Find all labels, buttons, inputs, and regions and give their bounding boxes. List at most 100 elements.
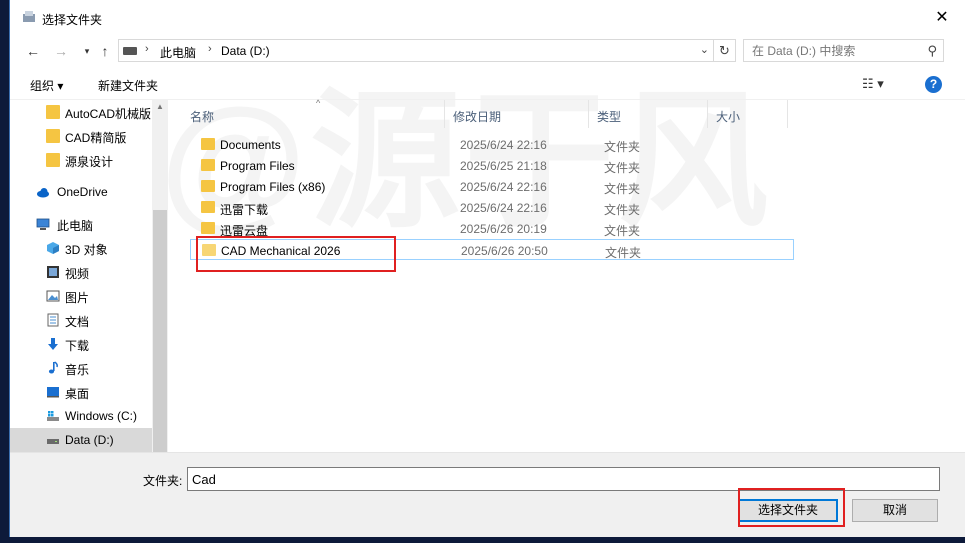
breadcrumb-separator-icon: ›	[145, 43, 149, 55]
cube-icon	[47, 242, 59, 254]
nav-item-label: OneDrive	[57, 185, 108, 199]
column-header-name[interactable]: 名称	[182, 100, 445, 128]
nav-item-pictures[interactable]: 图片	[10, 284, 152, 308]
nav-item-this-pc[interactable]: 此电脑	[10, 212, 152, 236]
nav-item-cad-lite[interactable]: CAD精简版	[10, 124, 152, 148]
nav-item-label: 音乐	[65, 363, 90, 377]
nav-item-windows-c[interactable]: Windows (C:)	[10, 404, 152, 428]
forward-arrow-icon[interactable]: →	[50, 40, 72, 62]
column-header-label: 修改日期	[453, 110, 502, 124]
column-header-modified[interactable]: 修改日期	[445, 100, 589, 128]
nav-scrollbar[interactable]: ▲	[152, 100, 168, 452]
picture-icon	[46, 290, 60, 302]
dialog-footer: 文件夹: 选择文件夹 取消	[10, 452, 965, 537]
table-row[interactable]: Documents 2025/6/24 22:16 文件夹	[190, 134, 794, 155]
file-name: CAD Mechanical 2026	[221, 244, 341, 258]
search-input[interactable]	[752, 41, 922, 61]
file-name: 迅雷云盘	[220, 224, 269, 238]
nav-item-label: AutoCAD机械版	[65, 107, 152, 121]
table-row[interactable]: 迅雷下载 2025/6/24 22:16 文件夹	[190, 197, 794, 218]
nav-item-label: 文档	[65, 315, 90, 329]
nav-item-label: 视频	[65, 267, 90, 281]
nav-item-autocad-mechanical[interactable]: AutoCAD机械版	[10, 100, 152, 124]
drive-icon	[123, 47, 137, 55]
folder-name-input[interactable]	[187, 467, 940, 491]
music-icon	[48, 361, 58, 374]
table-row[interactable]: 迅雷云盘 2025/6/26 20:19 文件夹	[190, 218, 794, 239]
nav-item-videos[interactable]: 视频	[10, 260, 152, 284]
new-folder-button[interactable]: 新建文件夹	[98, 77, 158, 94]
file-type: 文件夹	[605, 246, 642, 260]
nav-item-music[interactable]: 音乐	[10, 356, 152, 380]
title-bar: 选择文件夹 ✕	[10, 0, 965, 36]
nav-item-3d-objects[interactable]: 3D 对象	[10, 236, 152, 260]
nav-item-label: 图片	[65, 291, 90, 305]
nav-scrollbar-thumb[interactable]	[153, 210, 167, 452]
command-bar: 组织 ▾ 新建文件夹 ☷ ▾ ?	[10, 68, 965, 100]
nav-item-desktop[interactable]: 桌面	[10, 380, 152, 404]
file-modified: 2025/6/25 21:18	[460, 159, 547, 173]
nav-item-onedrive[interactable]: OneDrive	[10, 180, 152, 204]
nav-item-label: 源泉设计	[65, 155, 114, 169]
download-icon	[48, 338, 58, 350]
file-name: Program Files (x86)	[220, 180, 326, 194]
address-bar[interactable]: › 此电脑 › Data (D:) ⌄ ↻	[118, 39, 736, 62]
breadcrumb-data-d[interactable]: Data (D:)	[221, 44, 270, 58]
nav-item-label: 桌面	[65, 387, 90, 401]
column-header-label: 大小	[716, 110, 741, 124]
breadcrumb-separator-icon: ›	[208, 43, 212, 55]
select-folder-button[interactable]: 选择文件夹	[738, 499, 838, 522]
table-row-selected[interactable]: CAD Mechanical 2026 2025/6/26 20:50 文件夹	[190, 239, 794, 260]
up-arrow-icon[interactable]: ↑	[94, 40, 116, 62]
nav-item-downloads[interactable]: 下载	[10, 332, 152, 356]
column-header-label: 名称	[190, 110, 215, 124]
help-icon[interactable]: ?	[925, 76, 942, 93]
nav-item-documents[interactable]: 文档	[10, 308, 152, 332]
file-list: ^ 名称 修改日期 类型 大小 Documents 2025/6/24 22:1…	[170, 98, 965, 452]
dialog-app-icon	[23, 11, 35, 22]
document-icon	[47, 313, 59, 327]
scroll-up-arrow-icon[interactable]: ▲	[156, 102, 164, 111]
table-row[interactable]: Program Files 2025/6/25 21:18 文件夹	[190, 155, 794, 176]
cancel-button[interactable]: 取消	[852, 499, 938, 522]
file-modified: 2025/6/24 22:16	[460, 138, 547, 152]
table-row[interactable]: Program Files (x86) 2025/6/24 22:16 文件夹	[190, 176, 794, 197]
column-header-label: 类型	[597, 110, 622, 124]
search-box[interactable]: ⚲	[743, 39, 944, 62]
file-modified: 2025/6/24 22:16	[460, 180, 547, 194]
close-icon[interactable]: ✕	[919, 0, 965, 36]
cloud-icon	[37, 188, 49, 198]
desktop-icon	[47, 387, 59, 398]
file-type: 文件夹	[604, 224, 641, 238]
folder-icon	[201, 180, 215, 192]
folder-icon	[46, 153, 60, 167]
drive-icon	[47, 439, 59, 444]
nav-item-label: 此电脑	[57, 219, 94, 233]
folder-icon	[46, 129, 60, 143]
folder-icon	[46, 105, 60, 119]
refresh-icon[interactable]: ↻	[713, 40, 735, 61]
folder-icon	[201, 159, 215, 171]
search-icon[interactable]: ⚲	[927, 43, 937, 59]
file-type: 文件夹	[604, 140, 641, 154]
column-header-type[interactable]: 类型	[589, 100, 708, 128]
nav-item-label: 下载	[65, 339, 90, 353]
folder-label: 文件夹:	[143, 474, 183, 488]
nav-item-yuanquan-design[interactable]: 源泉设计	[10, 148, 152, 172]
address-dropdown-chevron-icon[interactable]: ⌄	[700, 43, 709, 56]
folder-icon	[201, 222, 215, 234]
back-arrow-icon[interactable]: ←	[22, 40, 44, 62]
file-name: 迅雷下载	[220, 203, 269, 217]
nav-item-label: Windows (C:)	[65, 409, 138, 423]
folder-icon	[201, 138, 215, 150]
column-header-size[interactable]: 大小	[708, 100, 788, 128]
nav-item-label: CAD精简版	[65, 131, 127, 145]
select-folder-dialog: @源于风 选择文件夹 ✕ ← → ▾ ↑ › 此电脑 › Data (D:) ⌄…	[9, 0, 965, 537]
file-name: Program Files	[220, 159, 295, 173]
file-type: 文件夹	[604, 203, 641, 217]
nav-item-data-d[interactable]: Data (D:)	[10, 428, 152, 452]
breadcrumb-this-pc[interactable]: 此电脑	[160, 44, 196, 61]
view-options-icon[interactable]: ☷ ▾	[862, 76, 884, 92]
navigation-pane: AutoCAD机械版 CAD精简版 源泉设计 OneDrive 此电脑 3D 对…	[10, 100, 168, 452]
organize-button[interactable]: 组织 ▾	[30, 77, 63, 94]
